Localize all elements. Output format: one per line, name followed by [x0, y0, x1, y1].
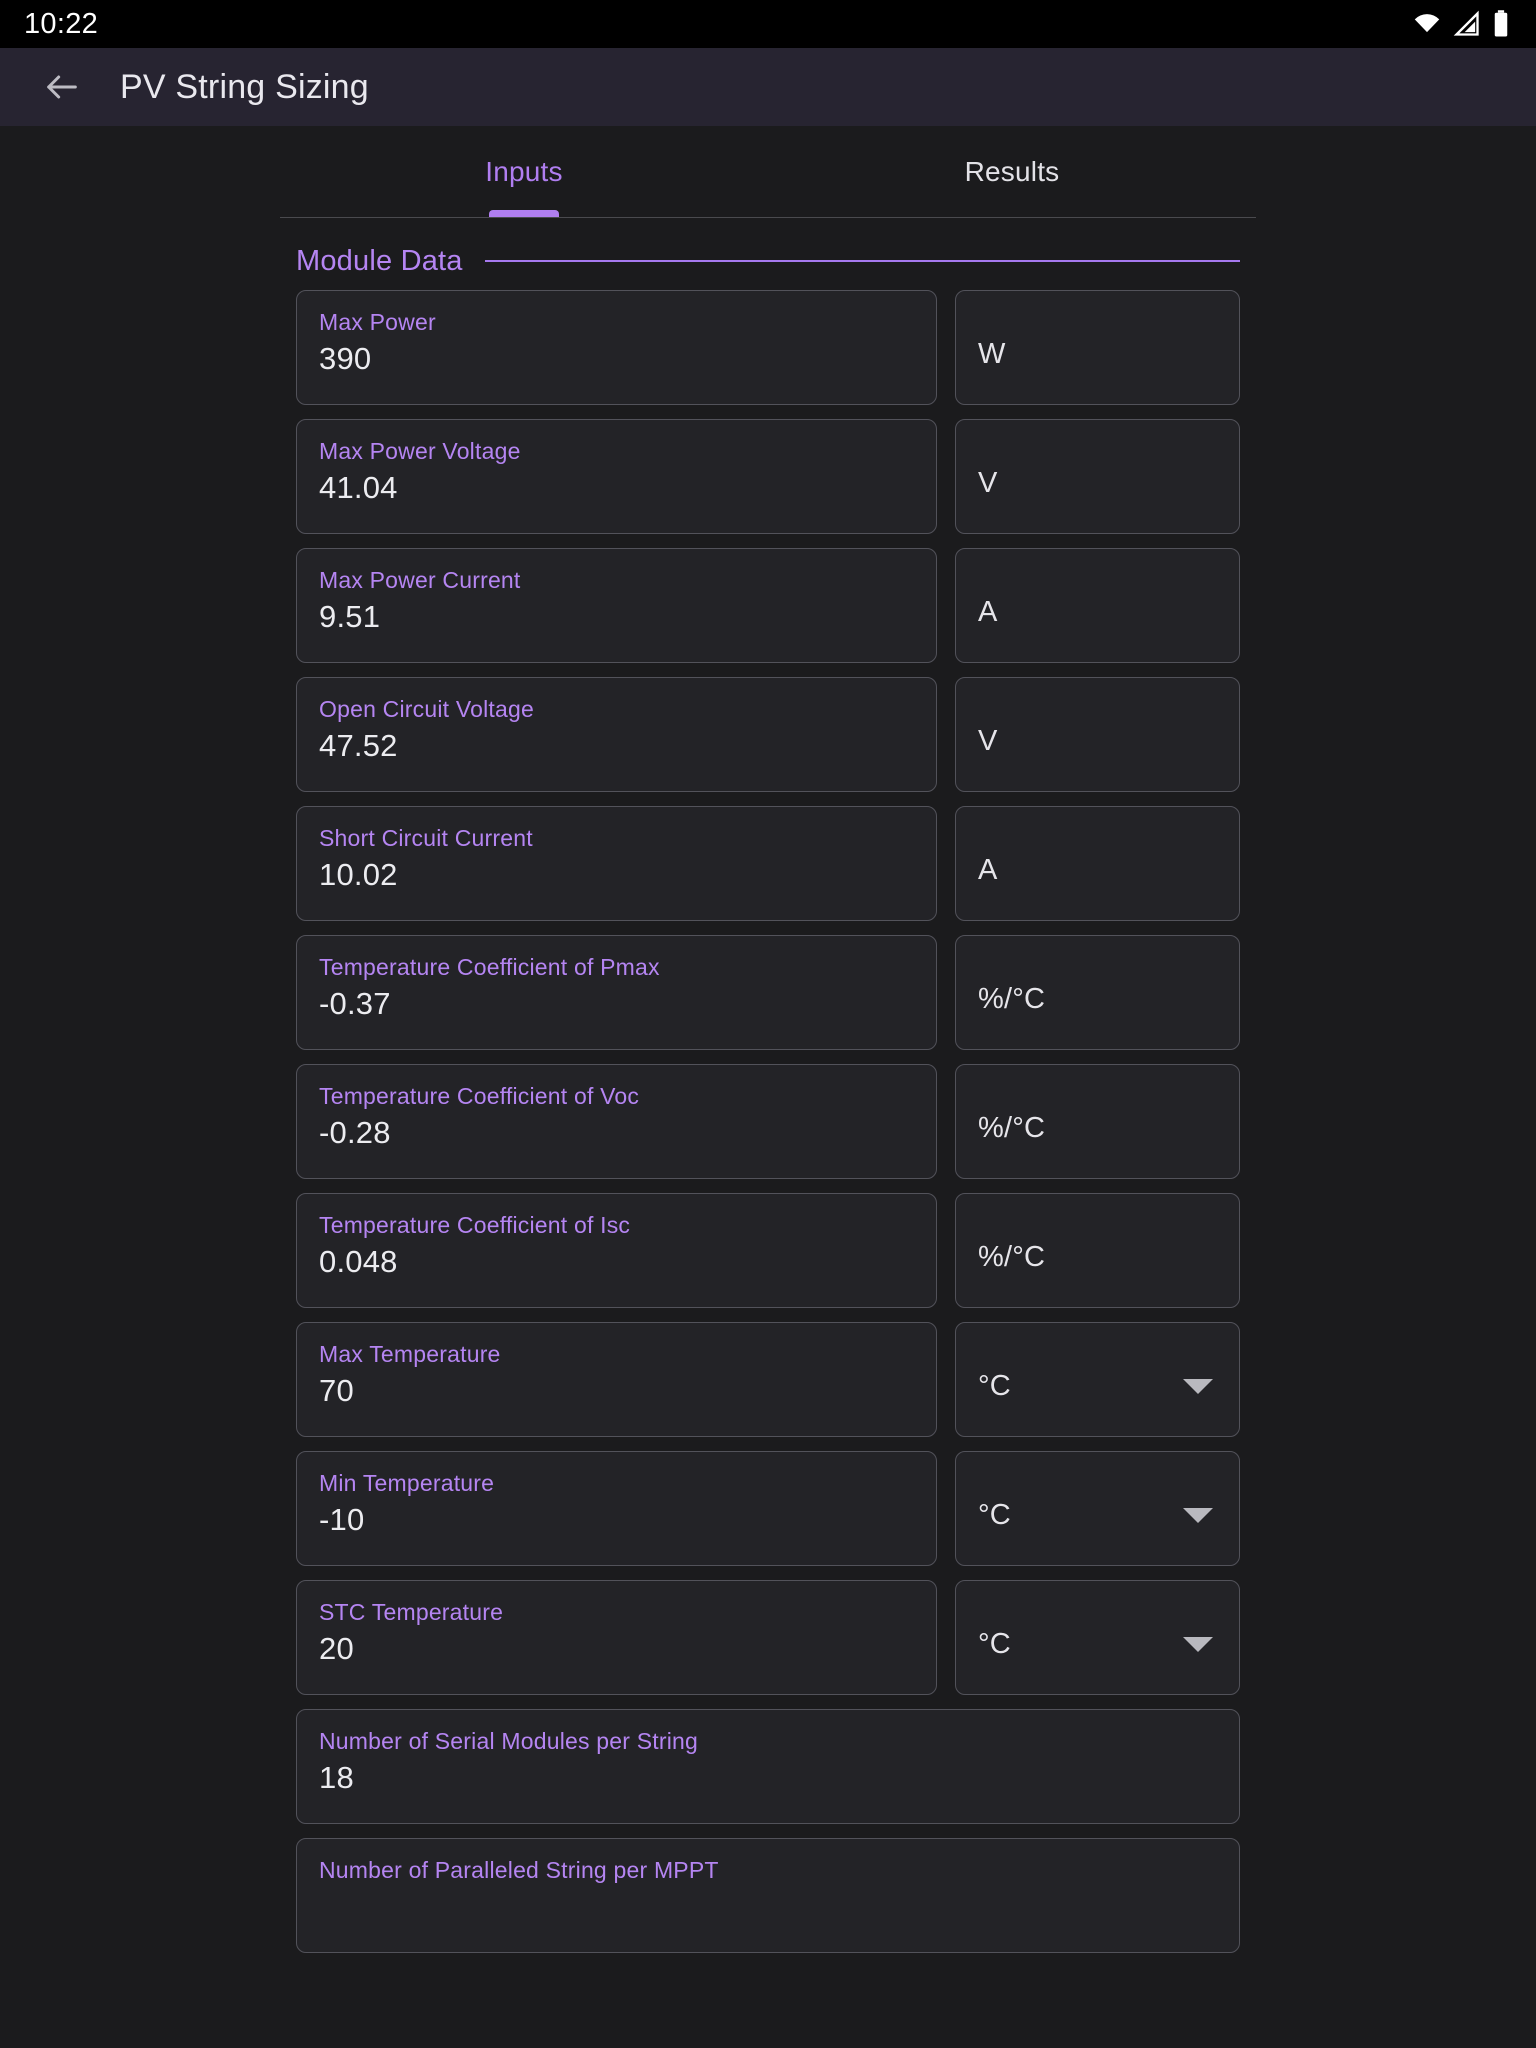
input-field-label: Max Power Current: [319, 567, 521, 593]
input-field-value[interactable]: -0.28: [319, 1115, 914, 1151]
input-field-label: Temperature Coefficient of Voc: [319, 1083, 640, 1109]
chevron-down-icon[interactable]: [1183, 1637, 1213, 1652]
field-row: Max Power 390 W: [296, 290, 1240, 405]
input-field-label: Max Power: [319, 309, 436, 335]
input-field-label: Max Temperature: [319, 1341, 501, 1367]
input-field-label: Short Circuit Current: [319, 825, 533, 851]
field-row: Number of Paralleled String per MPPT: [296, 1838, 1240, 1953]
input-field-value[interactable]: 70: [319, 1373, 914, 1409]
unit-select[interactable]: °C: [955, 1322, 1240, 1437]
input-field-label: Open Circuit Voltage: [319, 696, 534, 722]
unit-label: W: [978, 338, 1006, 370]
input-field-value[interactable]: 10.02: [319, 857, 914, 893]
unit-select[interactable]: °C: [955, 1580, 1240, 1695]
input-field[interactable]: Number of Paralleled String per MPPT: [296, 1838, 1240, 1953]
unit-display: %/°C: [955, 1064, 1240, 1179]
chevron-down-icon[interactable]: [1183, 1379, 1213, 1394]
input-field-label: Temperature Coefficient of Isc: [319, 1212, 631, 1238]
field-row: Max Power Voltage 41.04 V: [296, 419, 1240, 534]
tab-active-indicator: [489, 210, 559, 217]
unit-label: A: [978, 596, 998, 628]
input-field-value[interactable]: 18: [319, 1760, 1217, 1796]
field-row: Temperature Coefficient of Pmax -0.37 %/°C: [296, 935, 1240, 1050]
tab-results-label: Results: [964, 155, 1060, 187]
field-row: Temperature Coefficient of Voc -0.28 %/°C: [296, 1064, 1240, 1179]
input-field[interactable]: STC Temperature 20: [296, 1580, 937, 1695]
input-field-value[interactable]: 41.04: [319, 470, 914, 506]
input-field[interactable]: Max Temperature 70: [296, 1322, 937, 1437]
unit-label: %/°C: [978, 1241, 1046, 1273]
field-row: Max Temperature 70 °C: [296, 1322, 1240, 1437]
section-header-module-data: Module Data: [296, 218, 1240, 290]
field-row: Temperature Coefficient of Isc 0.048 %/°C: [296, 1193, 1240, 1308]
input-field[interactable]: Min Temperature -10: [296, 1451, 937, 1566]
input-field[interactable]: Temperature Coefficient of Pmax -0.37: [296, 935, 937, 1050]
field-row: Min Temperature -10 °C: [296, 1451, 1240, 1566]
input-field[interactable]: Short Circuit Current 10.02: [296, 806, 937, 921]
input-field[interactable]: Max Power 390: [296, 290, 937, 405]
status-icon-group: [1412, 9, 1510, 39]
tab-inputs-label: Inputs: [485, 155, 563, 187]
input-field-value[interactable]: -10: [319, 1502, 914, 1538]
tab-results[interactable]: Results: [768, 126, 1256, 217]
unit-label: %/°C: [978, 983, 1046, 1015]
input-field[interactable]: Max Power Voltage 41.04: [296, 419, 937, 534]
input-field[interactable]: Open Circuit Voltage 47.52: [296, 677, 937, 792]
tab-inputs[interactable]: Inputs: [280, 126, 768, 217]
unit-label: %/°C: [978, 1112, 1046, 1144]
unit-display: A: [955, 548, 1240, 663]
input-field-label: Min Temperature: [319, 1470, 495, 1496]
unit-label: A: [978, 854, 998, 886]
input-field-label: Temperature Coefficient of Pmax: [319, 954, 660, 980]
unit-display: A: [955, 806, 1240, 921]
wifi-icon: [1414, 14, 1440, 33]
field-row: STC Temperature 20 °C: [296, 1580, 1240, 1695]
input-field-value[interactable]: 20: [319, 1631, 914, 1667]
input-field-label: Number of Serial Modules per String: [319, 1728, 698, 1754]
app-bar: PV String Sizing: [0, 48, 1536, 126]
section-divider: [484, 260, 1240, 262]
field-row: Max Power Current 9.51 A: [296, 548, 1240, 663]
chevron-down-icon[interactable]: [1183, 1508, 1213, 1523]
input-field[interactable]: Max Power Current 9.51: [296, 548, 937, 663]
unit-display: V: [955, 419, 1240, 534]
input-field-list: Max Power 390 W Max Power Voltage 41.04 V Max …: [296, 290, 1240, 1953]
unit-display: W: [955, 290, 1240, 405]
input-field[interactable]: Temperature Coefficient of Voc -0.28: [296, 1064, 937, 1179]
battery-icon: [1494, 10, 1508, 37]
section-title: Module Data: [296, 244, 463, 277]
unit-select[interactable]: °C: [955, 1451, 1240, 1566]
field-row: Short Circuit Current 10.02 A: [296, 806, 1240, 921]
cell-signal-icon: [1453, 10, 1479, 36]
back-arrow-icon[interactable]: [42, 67, 82, 107]
input-field[interactable]: Temperature Coefficient of Isc 0.048: [296, 1193, 937, 1308]
unit-label: °C: [978, 1370, 1011, 1402]
input-field-value[interactable]: 47.52: [319, 728, 914, 764]
unit-label: V: [978, 467, 998, 499]
input-field-value[interactable]: 390: [319, 341, 914, 377]
unit-display: %/°C: [955, 935, 1240, 1050]
input-field-label: STC Temperature: [319, 1599, 504, 1625]
field-row: Number of Serial Modules per String 18: [296, 1709, 1240, 1824]
unit-display: V: [955, 677, 1240, 792]
input-field[interactable]: Number of Serial Modules per String 18: [296, 1709, 1240, 1824]
tab-bar: Inputs Results: [280, 126, 1256, 218]
unit-label: °C: [978, 1628, 1011, 1660]
input-field-value[interactable]: 0.048: [319, 1244, 914, 1280]
unit-label: °C: [978, 1499, 1011, 1531]
main-content: Inputs Results Module Data Max Power 390 W…: [0, 126, 1536, 2048]
unit-label: V: [978, 725, 998, 757]
input-field-label: Max Power Voltage: [319, 438, 521, 464]
input-field-label: Number of Paralleled String per MPPT: [319, 1857, 719, 1883]
unit-display: %/°C: [955, 1193, 1240, 1308]
field-row: Open Circuit Voltage 47.52 V: [296, 677, 1240, 792]
status-clock: 10:22: [24, 7, 99, 40]
input-field-value[interactable]: -0.37: [319, 986, 914, 1022]
input-field-value[interactable]: 9.51: [319, 599, 914, 635]
status-bar: 10:22: [0, 0, 1536, 48]
page-title: PV String Sizing: [120, 67, 369, 106]
